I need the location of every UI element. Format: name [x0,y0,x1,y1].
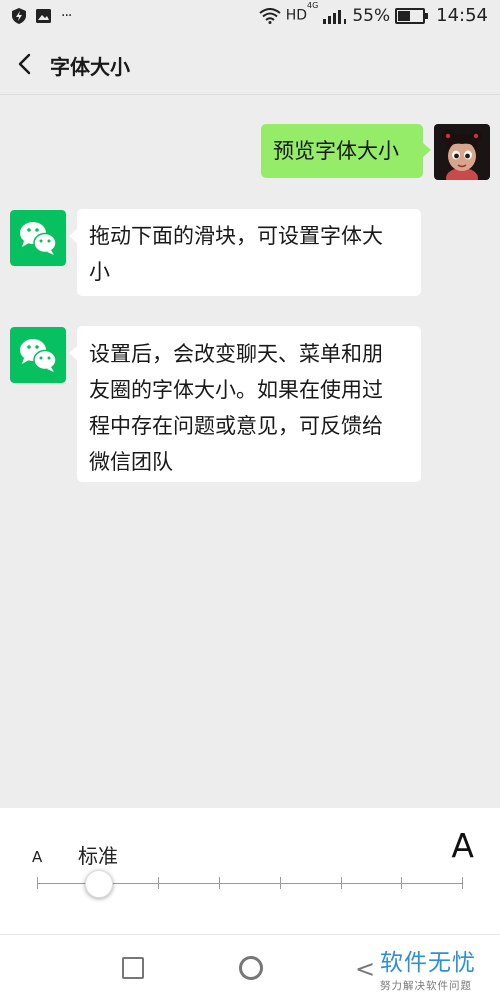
clock: 14:54 [436,5,488,26]
chat-message-incoming: 设置后，会改变聊天、菜单和朋 友圈的字体大小。如果在使用过 程中存在问题或意见，… [0,325,500,485]
status-right: HD4G 55% 14:54 [259,1,488,26]
message-line: 友圈的字体大小。如果在使用过 [89,378,383,402]
network-label: HD4G [285,1,319,24]
slider-tick[interactable] [401,877,402,889]
message-line: 微信团队 [89,450,173,474]
wechat-logo-icon [10,210,66,266]
watermark-subtitle: 努力解决软件问题 [380,980,472,992]
wechat-team-avatar[interactable] [10,327,66,383]
battery-icon [395,7,429,24]
page-title: 字体大小 [50,55,130,79]
signal-icon [323,9,347,24]
system-nav-bar: < 软件无忧 努力解决软件问题 [0,934,500,1001]
slider-tick[interactable] [37,877,38,889]
current-size-label: 标准 [78,844,118,868]
message-line: 拖动下面的滑块，可设置字体大 [89,224,383,248]
home-button[interactable] [239,956,263,980]
small-font-label: A [32,848,43,866]
status-bar: ··· HD4G 55% 14:54 [0,0,500,34]
shield-icon [12,8,26,24]
image-icon [36,9,51,23]
chat-message-outgoing: 预览字体大小 [0,124,500,184]
user-avatar[interactable] [434,124,490,180]
slider-tick[interactable] [341,877,342,889]
wifi-icon [259,7,281,24]
watermark-title: 软件无忧 [380,950,476,976]
slider-tick[interactable] [280,877,281,889]
battery-percent: 55% [352,5,391,26]
slider-knob[interactable] [84,870,113,898]
battery-fill [398,10,411,21]
more-notifications-icon: ··· [61,8,72,24]
recent-apps-button[interactable] [122,957,144,979]
slider-tick[interactable] [158,877,159,889]
message-line: 设置后，会改变聊天、菜单和朋 [89,342,383,366]
message-bubble: 设置后，会改变聊天、菜单和朋 友圈的字体大小。如果在使用过 程中存在问题或意见，… [69,326,421,482]
status-left-icons: ··· [12,8,72,24]
bubble-tail [69,229,77,243]
back-button[interactable]: < [355,955,375,983]
message-bubble: 预览字体大小 [261,124,431,178]
bubble-tail [423,143,431,157]
watermark: 软件无忧 努力解决软件问题 [380,943,495,993]
message-line: 小 [89,260,110,284]
wechat-team-avatar[interactable] [10,210,66,266]
font-size-panel: A 标准 A [0,808,500,934]
back-arrow-icon[interactable] [12,50,40,78]
bubble-tail [69,346,77,360]
large-font-label: A [451,826,474,865]
chat-message-incoming: 拖动下面的滑块，可设置字体大 小 [0,208,500,300]
message-text: 预览字体大小 [273,139,399,163]
message-bubble: 拖动下面的滑块，可设置字体大 小 [69,209,421,296]
cartoon-girl-avatar-icon [434,124,490,180]
wechat-logo-icon [10,327,66,383]
message-text: 拖动下面的滑块，可设置字体大 小 [89,218,419,290]
slider-tick[interactable] [219,877,220,889]
title-bar: 字体大小 [0,34,500,95]
message-line: 程中存在问题或意见，可反馈给 [89,414,383,438]
message-text: 设置后，会改变聊天、菜单和朋 友圈的字体大小。如果在使用过 程中存在问题或意见，… [89,336,419,480]
slider-tick[interactable] [462,877,463,889]
